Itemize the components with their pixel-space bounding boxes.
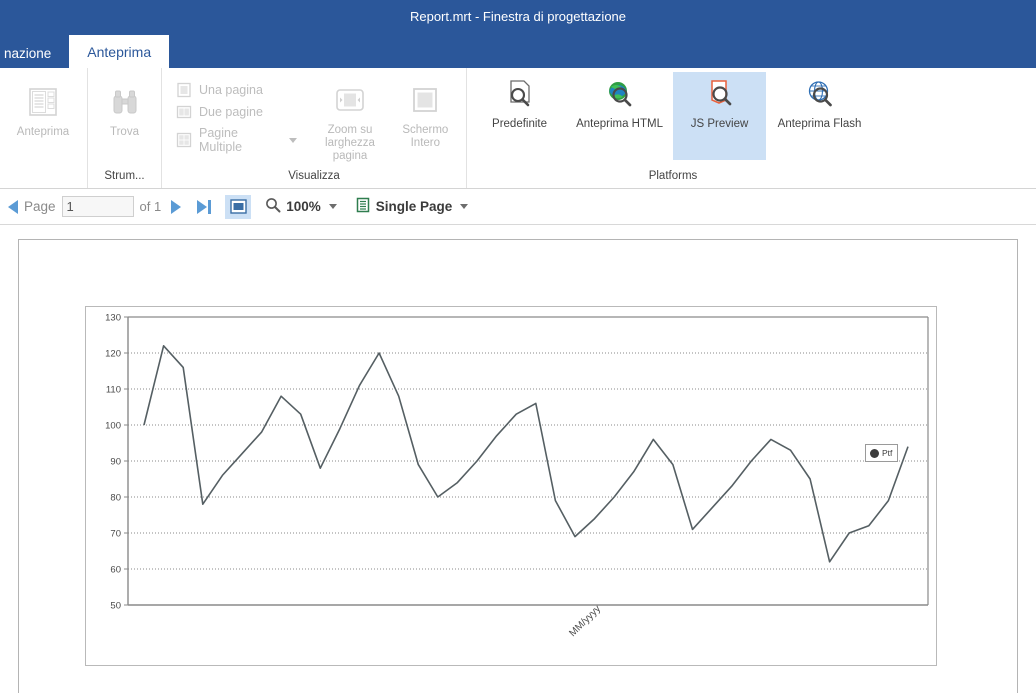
binoculars-icon bbox=[107, 84, 143, 120]
document-scroll-area[interactable]: 50 60 70 80 90 100 110 120 130 MM/yyyy Ptf bbox=[0, 225, 1036, 693]
preview-toolbar: Page of 1 100% bbox=[0, 189, 1036, 225]
svg-text:130: 130 bbox=[105, 313, 121, 324]
magnifier-icon bbox=[265, 197, 281, 216]
trova-button-label: Trova bbox=[110, 126, 139, 138]
svg-text:MM/yyyy: MM/yyyy bbox=[567, 603, 603, 639]
report-page: 50 60 70 80 90 100 110 120 130 MM/yyyy Ptf bbox=[18, 239, 1018, 693]
page-number-input[interactable] bbox=[61, 196, 134, 217]
svg-text:120: 120 bbox=[105, 349, 121, 360]
js-preview-icon bbox=[702, 76, 738, 112]
ribbon-group-strumenti: Trova Strum... bbox=[88, 68, 162, 188]
page-label: Page bbox=[24, 199, 56, 214]
two-pages-icon bbox=[176, 104, 192, 120]
zoom-larghezza-pagina-button[interactable]: Zoom su larghezza pagina bbox=[315, 78, 384, 163]
legend-label: Ptf bbox=[882, 448, 893, 458]
anteprima-flash-button[interactable]: Anteprima Flash bbox=[766, 72, 873, 131]
triangle-right-icon[interactable] bbox=[171, 199, 182, 214]
ribbon-group-visualizza-title: Visualizza bbox=[288, 170, 340, 182]
tab-progettazione[interactable]: nazione bbox=[0, 38, 69, 68]
svg-text:50: 50 bbox=[110, 601, 121, 612]
ribbon-group-anteprima-title bbox=[0, 170, 87, 188]
trova-button[interactable]: Trova bbox=[94, 80, 155, 139]
ribbon-group-visualizza: Una pagina Due pagine Pagine Multiple Zo… bbox=[162, 68, 467, 188]
svg-text:110: 110 bbox=[106, 385, 121, 396]
predefinite-label: Predefinite bbox=[492, 118, 548, 130]
legend-marker-icon bbox=[870, 448, 879, 458]
triangle-left-icon[interactable] bbox=[8, 199, 18, 214]
zoom-value: 100% bbox=[286, 199, 321, 214]
one-page-icon bbox=[176, 82, 192, 98]
svg-text:70: 70 bbox=[110, 529, 121, 540]
js-preview-label: JS Preview bbox=[690, 118, 749, 130]
line-chart: 50 60 70 80 90 100 110 120 130 MM/yyyy bbox=[105, 313, 929, 639]
tab-anteprima-label: Anteprima bbox=[87, 43, 152, 60]
ribbon-group-platforms: Predefinite Anteprima HTML JS Preview An… bbox=[467, 68, 879, 188]
zoom-page-width-icon bbox=[332, 82, 368, 118]
chart-container: 50 60 70 80 90 100 110 120 130 MM/yyyy Ptf bbox=[85, 306, 937, 666]
anteprima-flash-label: Anteprima Flash bbox=[777, 118, 862, 130]
chart-legend: Ptf bbox=[865, 444, 899, 462]
title-bar: Report.mrt - Finestra di progettazione bbox=[0, 0, 1036, 32]
anteprima-html-button[interactable]: Anteprima HTML bbox=[566, 72, 673, 131]
last-page-icon[interactable] bbox=[197, 199, 212, 214]
anteprima-button-label: Anteprima bbox=[16, 126, 70, 138]
zoom-larghezza-pagina-label: Zoom su larghezza pagina bbox=[325, 124, 375, 162]
page-view-icon[interactable] bbox=[225, 194, 252, 219]
zoom-control[interactable]: 100% bbox=[265, 197, 337, 216]
single-page-icon bbox=[355, 197, 371, 216]
ribbon-group-platforms-title: Platforms bbox=[648, 170, 698, 182]
preview-page-icon bbox=[25, 84, 61, 120]
due-pagine-label: Due pagine bbox=[199, 105, 263, 119]
ribbon: Anteprima Trova Strum... Una pagina Due … bbox=[0, 68, 1036, 189]
html-preview-icon bbox=[602, 76, 638, 112]
default-preview-icon bbox=[502, 76, 538, 112]
page-mode-control[interactable]: Single Page bbox=[355, 197, 469, 216]
flash-preview-icon bbox=[802, 76, 838, 112]
ribbon-group-strumenti-title: Strum... bbox=[104, 170, 145, 182]
page-count-label: of 1 bbox=[139, 199, 162, 214]
tab-progettazione-label: nazione bbox=[4, 45, 52, 61]
pagine-multiple-item[interactable]: Pagine Multiple bbox=[176, 126, 298, 154]
schermo-intero-button[interactable]: Schermo Intero bbox=[391, 78, 460, 150]
anteprima-button[interactable]: Anteprima bbox=[6, 80, 80, 139]
ribbon-group-anteprima: Anteprima bbox=[0, 68, 88, 188]
js-preview-button[interactable]: JS Preview bbox=[673, 72, 767, 160]
svg-text:60: 60 bbox=[110, 565, 121, 576]
chevron-down-icon[interactable] bbox=[328, 204, 337, 209]
chevron-down-icon[interactable] bbox=[289, 137, 298, 143]
svg-text:100: 100 bbox=[105, 421, 121, 432]
anteprima-html-label: Anteprima HTML bbox=[576, 118, 663, 130]
una-pagina-item[interactable]: Una pagina bbox=[176, 82, 297, 98]
schermo-intero-label: Schermo Intero bbox=[402, 124, 449, 149]
una-pagina-label: Una pagina bbox=[199, 83, 263, 97]
page-mode-value: Single Page bbox=[375, 199, 453, 214]
due-pagine-item[interactable]: Due pagine bbox=[176, 104, 297, 120]
full-screen-icon bbox=[407, 82, 443, 118]
ribbon-tab-strip: nazione Anteprima bbox=[0, 32, 1036, 68]
multiple-pages-icon bbox=[176, 132, 192, 148]
tab-anteprima[interactable]: Anteprima bbox=[69, 35, 170, 68]
svg-text:80: 80 bbox=[110, 493, 121, 504]
window-title: Report.mrt - Finestra di progettazione bbox=[409, 8, 627, 24]
chevron-down-icon[interactable] bbox=[460, 204, 469, 209]
visualizza-small-items: Una pagina Due pagine Pagine Multiple bbox=[168, 74, 301, 154]
pagine-multiple-label: Pagine Multiple bbox=[199, 126, 243, 154]
svg-text:90: 90 bbox=[110, 457, 121, 468]
predefinite-button[interactable]: Predefinite bbox=[473, 72, 566, 131]
